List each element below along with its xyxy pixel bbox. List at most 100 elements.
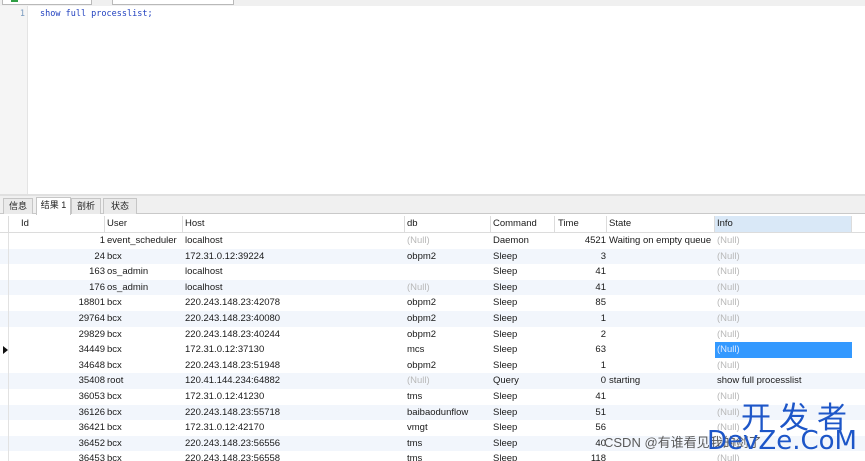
cell-host[interactable]: localhost [183, 233, 405, 249]
row-indicator[interactable] [0, 264, 9, 280]
column-header-db[interactable]: db [405, 216, 491, 232]
cell-command[interactable]: Daemon [491, 233, 555, 249]
cell-db[interactable]: (Null) [405, 233, 491, 249]
cell-id[interactable]: 36421 [9, 420, 105, 436]
cell-time[interactable]: 2 [555, 327, 607, 343]
cell-time[interactable]: 1 [555, 358, 607, 374]
cell-info[interactable]: (Null) [715, 233, 852, 249]
cell-id[interactable]: 163 [9, 264, 105, 280]
cell-id[interactable]: 1 [9, 233, 105, 249]
cell-time[interactable]: 41 [555, 280, 607, 296]
table-row[interactable]: 29764 bcx 220.243.148.23:40080 obpm2 Sleep 1 (… [0, 311, 865, 327]
cell-host[interactable]: 220.243.148.23:40244 [183, 327, 405, 343]
cell-state[interactable] [607, 295, 715, 311]
table-row[interactable]: 176 os_admin localhost (Null) Sleep 41 (Null) [0, 279, 865, 296]
cell-user[interactable]: bcx [105, 420, 183, 436]
cell-host[interactable]: 220.243.148.23:42078 [183, 295, 405, 311]
cell-command[interactable]: Query [491, 373, 555, 389]
table-row[interactable]: 18801 bcx 220.243.148.23:42078 obpm2 Sleep 85… [0, 295, 865, 311]
cell-user[interactable]: os_admin [105, 264, 183, 280]
column-header-info[interactable]: Info [715, 216, 852, 232]
row-indicator[interactable] [0, 295, 9, 311]
cell-host[interactable]: 172.31.0.12:42170 [183, 420, 405, 436]
row-indicator[interactable] [0, 373, 9, 389]
cell-db[interactable]: obpm2 [405, 311, 491, 327]
cell-host[interactable]: 220.243.148.23:40080 [183, 311, 405, 327]
sql-editor[interactable]: 1 show full processlist; [0, 6, 865, 194]
cell-user[interactable]: bcx [105, 451, 183, 461]
row-indicator[interactable] [0, 404, 9, 421]
cell-command[interactable]: Sleep [491, 420, 555, 436]
toolbar-dropdown-connection[interactable] [2, 0, 92, 5]
cell-state[interactable] [607, 311, 715, 327]
cell-command[interactable]: Sleep [491, 451, 555, 461]
tab-info[interactable]: 信息 [3, 198, 33, 214]
cell-id[interactable]: 36053 [9, 389, 105, 405]
cell-db[interactable]: obpm2 [405, 358, 491, 374]
cell-user[interactable]: bcx [105, 295, 183, 311]
cell-db[interactable]: obpm2 [405, 327, 491, 343]
cell-info[interactable]: (Null) [715, 249, 852, 265]
cell-host[interactable]: localhost [183, 264, 405, 280]
cell-user[interactable]: bcx [105, 358, 183, 374]
cell-db[interactable]: (Null) [405, 373, 491, 389]
cell-host[interactable]: 220.243.148.23:56558 [183, 451, 405, 461]
row-indicator[interactable] [0, 389, 9, 405]
cell-user[interactable]: bcx [105, 249, 183, 265]
cell-state[interactable]: Waiting on empty queue [607, 233, 715, 249]
cell-host[interactable]: 172.31.0.12:37130 [183, 342, 405, 358]
cell-command[interactable]: Sleep [491, 264, 555, 280]
column-header-time[interactable]: Time [555, 216, 607, 232]
cell-id[interactable]: 34648 [9, 358, 105, 374]
row-indicator[interactable] [0, 233, 9, 249]
cell-host[interactable]: 220.243.148.23:56556 [183, 436, 405, 452]
cell-command[interactable]: Sleep [491, 389, 555, 405]
column-header-id[interactable]: Id [9, 216, 105, 232]
cell-user[interactable]: bcx [105, 436, 183, 452]
row-indicator[interactable] [0, 326, 9, 343]
cell-time[interactable]: 40 [555, 436, 607, 452]
cell-command[interactable]: Sleep [491, 249, 555, 265]
cell-user[interactable]: bcx [105, 327, 183, 343]
cell-info[interactable]: (Null) [715, 358, 852, 374]
cell-id[interactable]: 29764 [9, 311, 105, 327]
cell-host[interactable]: localhost [183, 280, 405, 296]
row-indicator[interactable] [0, 311, 9, 327]
cell-user[interactable]: bcx [105, 389, 183, 405]
table-row[interactable]: 1 event_scheduler localhost (Null) Daemon 452… [0, 233, 865, 249]
cell-command[interactable]: Sleep [491, 342, 555, 358]
cell-time[interactable]: 51 [555, 405, 607, 421]
row-indicator[interactable] [0, 435, 9, 452]
tab-profile[interactable]: 剖析 [71, 198, 101, 214]
cell-id[interactable]: 36452 [9, 436, 105, 452]
cell-state[interactable] [607, 342, 715, 358]
row-indicator[interactable] [0, 451, 9, 461]
table-row[interactable]: 34648 bcx 220.243.148.23:51948 obpm2 Sleep 1 (… [0, 357, 865, 374]
table-row[interactable]: 29829 bcx 220.243.148.23:40244 obpm2 Sleep 2 (… [0, 326, 865, 343]
cell-host[interactable]: 220.243.148.23:51948 [183, 358, 405, 374]
cell-command[interactable]: Sleep [491, 280, 555, 296]
cell-db[interactable]: (Null) [405, 280, 491, 296]
cell-id[interactable]: 35408 [9, 373, 105, 389]
row-indicator[interactable] [0, 420, 9, 436]
cell-command[interactable]: Sleep [491, 311, 555, 327]
cell-db[interactable]: baibaodunflow [405, 405, 491, 421]
table-row[interactable]: 24 bcx 172.31.0.12:39224 obpm2 Sleep 3 (Null) [0, 248, 865, 265]
table-row[interactable]: 34449 bcx 172.31.0.12:37130 mcs Sleep 63 (Null… [0, 342, 865, 358]
cell-user[interactable]: bcx [105, 405, 183, 421]
cell-user[interactable]: root [105, 373, 183, 389]
cell-command[interactable]: Sleep [491, 436, 555, 452]
cell-command[interactable]: Sleep [491, 405, 555, 421]
cell-db[interactable]: vmgt [405, 420, 491, 436]
cell-info[interactable]: (Null) [715, 342, 852, 358]
cell-host[interactable]: 172.31.0.12:41230 [183, 389, 405, 405]
toolbar-dropdown-database[interactable] [112, 0, 234, 5]
cell-id[interactable]: 24 [9, 249, 105, 265]
cell-host[interactable]: 120.41.144.234:64882 [183, 373, 405, 389]
cell-time[interactable]: 4521 [555, 233, 607, 249]
column-header-command[interactable]: Command [491, 216, 555, 232]
sql-code-line[interactable]: show full processlist; [40, 9, 153, 19]
row-indicator[interactable] [0, 342, 9, 358]
column-header-state[interactable]: State [607, 216, 715, 232]
cell-id[interactable]: 176 [9, 280, 105, 296]
